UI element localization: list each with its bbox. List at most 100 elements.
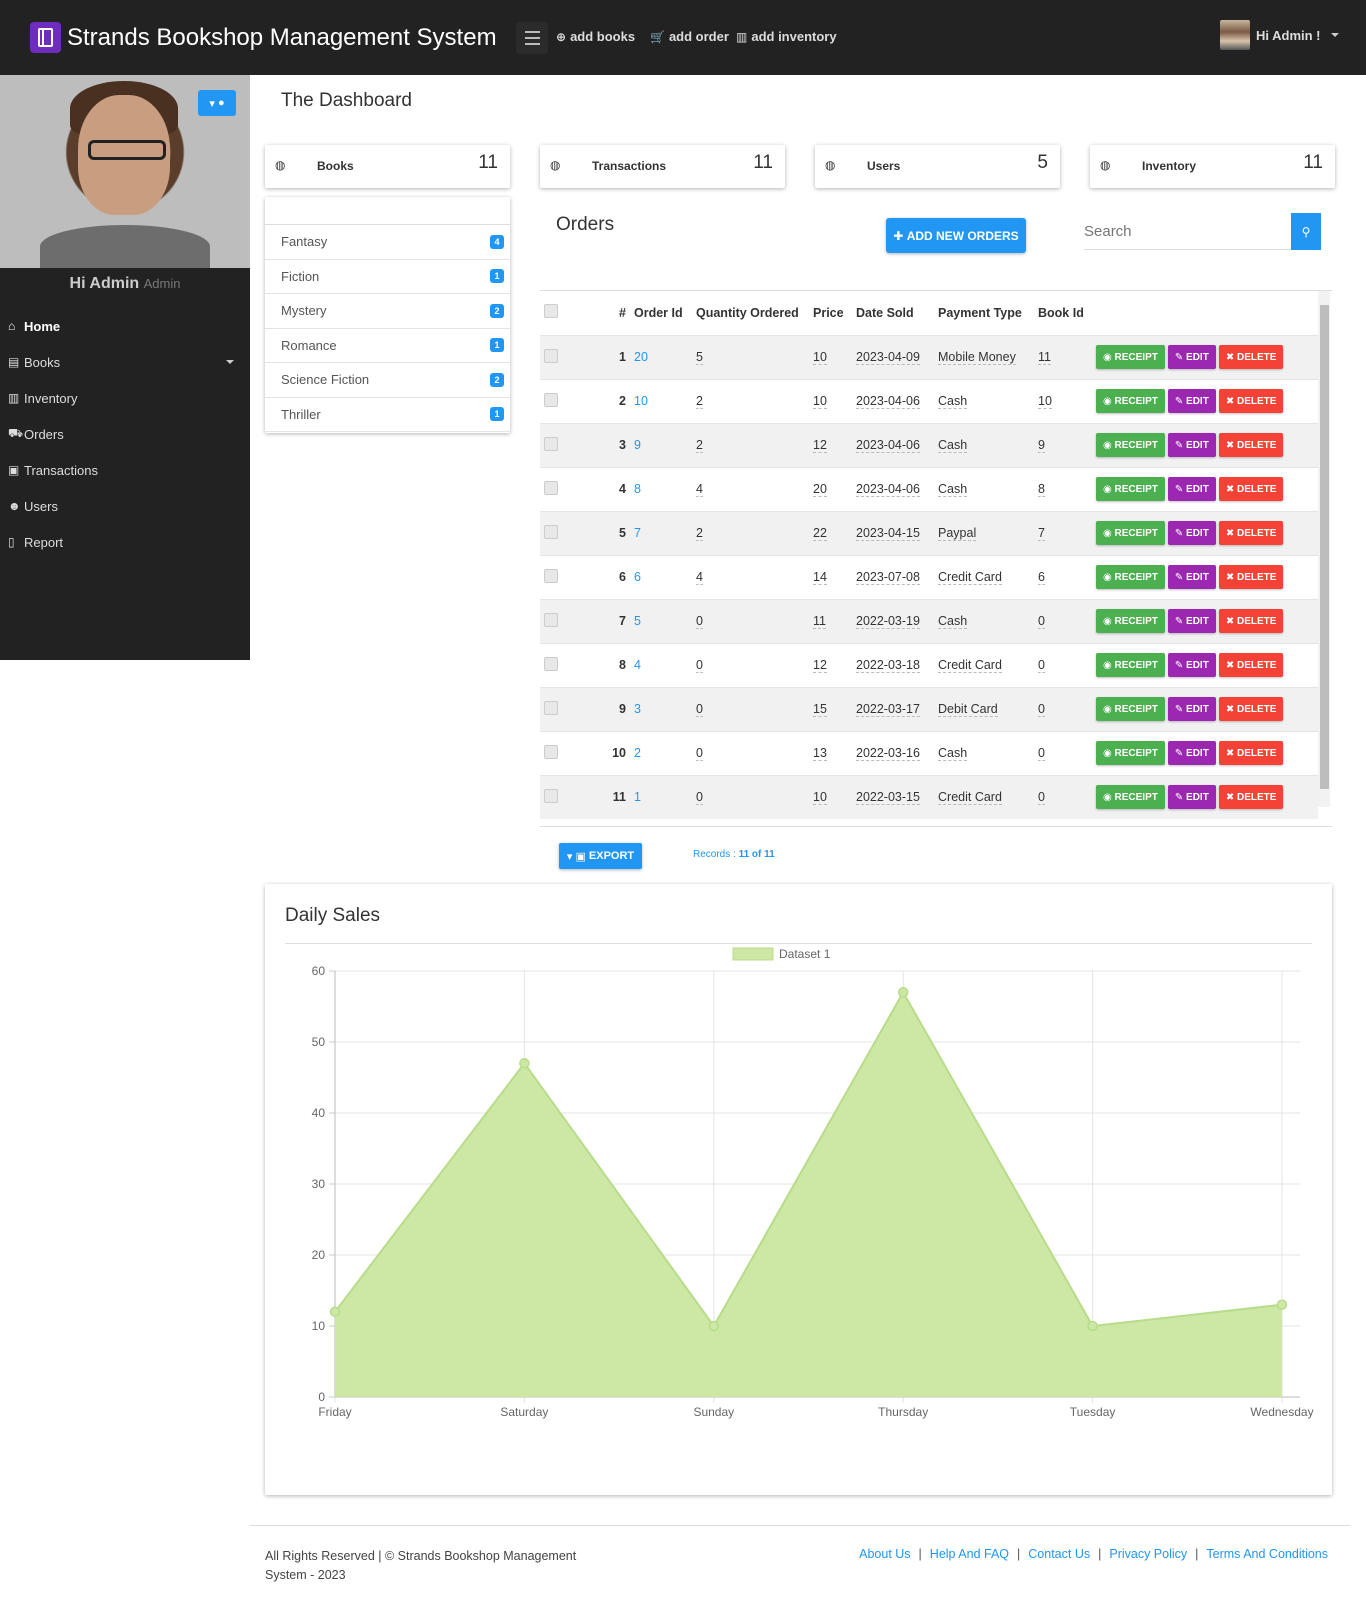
edit-button[interactable]: ✎ EDIT xyxy=(1167,697,1216,721)
payment-value[interactable]: Cash xyxy=(938,394,968,409)
profile-dropdown-button[interactable]: ▾ ● xyxy=(198,90,236,116)
book-id-value[interactable]: 0 xyxy=(1038,658,1045,673)
row-checkbox[interactable] xyxy=(544,392,558,407)
row-checkbox[interactable] xyxy=(544,656,558,671)
add-new-orders-button[interactable]: ✚ ADD NEW ORDERS xyxy=(886,218,1026,253)
table-scrollbar[interactable] xyxy=(1318,291,1330,807)
book-id-value[interactable]: 8 xyxy=(1038,482,1045,497)
order-id-link[interactable]: 9 xyxy=(634,438,641,452)
footer-link-contact[interactable]: Contact Us xyxy=(1028,1547,1090,1561)
order-id-link[interactable]: 5 xyxy=(634,614,641,628)
category-item[interactable]: Fiction 1 xyxy=(265,260,510,294)
category-item[interactable]: Mystery 2 xyxy=(265,294,510,329)
price-value[interactable]: 12 xyxy=(813,438,827,453)
price-value[interactable]: 20 xyxy=(813,482,827,497)
edit-button[interactable]: ✎ EDIT xyxy=(1167,785,1216,810)
price-value[interactable]: 10 xyxy=(813,790,827,806)
delete-button[interactable]: ✖ DELETE xyxy=(1218,521,1284,545)
edit-button[interactable]: ✎ EDIT xyxy=(1167,345,1216,369)
book-id-value[interactable]: 10 xyxy=(1038,394,1052,409)
footer-link-terms[interactable]: Terms And Conditions xyxy=(1206,1547,1328,1561)
category-item[interactable]: Science Fiction 2 xyxy=(265,363,510,398)
price-value[interactable]: 10 xyxy=(813,350,827,365)
search-button[interactable]: ⚲ xyxy=(1291,213,1321,250)
column-header[interactable]: Order Id xyxy=(630,291,692,335)
price-value[interactable]: 12 xyxy=(813,658,827,673)
row-checkbox[interactable] xyxy=(544,480,558,495)
edit-button[interactable]: ✎ EDIT xyxy=(1167,389,1216,413)
price-value[interactable]: 11 xyxy=(813,614,826,629)
date-value[interactable]: 2022-03-19 xyxy=(856,614,920,629)
date-value[interactable]: 2022-03-17 xyxy=(856,702,920,717)
edit-button[interactable]: ✎ EDIT xyxy=(1167,433,1216,457)
quantity-value[interactable]: 0 xyxy=(696,614,703,629)
price-value[interactable]: 14 xyxy=(813,570,827,585)
price-value[interactable]: 10 xyxy=(813,394,827,409)
column-header[interactable]: Book Id xyxy=(1034,291,1092,335)
scrollbar-thumb[interactable] xyxy=(1320,305,1329,789)
delete-button[interactable]: ✖ DELETE xyxy=(1218,609,1284,633)
add-order-link[interactable]: 🛒 add order xyxy=(650,29,729,44)
price-value[interactable]: 15 xyxy=(813,702,827,717)
add-inventory-link[interactable]: ▥ add inventory xyxy=(736,29,837,44)
user-menu[interactable]: Hi Admin ! xyxy=(1220,20,1339,50)
quantity-value[interactable]: 4 xyxy=(696,570,703,585)
row-checkbox[interactable] xyxy=(544,436,558,451)
book-id-value[interactable]: 7 xyxy=(1038,526,1045,541)
row-checkbox[interactable] xyxy=(544,612,558,627)
export-button[interactable]: ▾ ▣ EXPORT xyxy=(559,843,642,869)
footer-link-privacy[interactable]: Privacy Policy xyxy=(1109,1547,1187,1561)
delete-button[interactable]: ✖ DELETE xyxy=(1218,389,1284,413)
quantity-value[interactable]: 0 xyxy=(696,658,703,673)
edit-button[interactable]: ✎ EDIT xyxy=(1167,741,1216,765)
order-id-link[interactable]: 8 xyxy=(634,482,641,496)
stat-card-inventory[interactable]: ◍ Inventory 11 xyxy=(1090,145,1335,188)
delete-button[interactable]: ✖ DELETE xyxy=(1218,565,1284,589)
payment-value[interactable]: Cash xyxy=(938,482,968,497)
date-value[interactable]: 2022-03-18 xyxy=(856,658,920,673)
payment-value[interactable]: Debit Card xyxy=(938,702,998,717)
category-item[interactable]: Romance 1 xyxy=(265,329,510,363)
payment-value[interactable]: Paypal xyxy=(938,526,977,541)
payment-value[interactable]: Credit Card xyxy=(938,658,1002,673)
payment-value[interactable]: Credit Card xyxy=(938,570,1002,585)
edit-button[interactable]: ✎ EDIT xyxy=(1167,521,1216,545)
column-header[interactable]: Date Sold xyxy=(852,291,934,335)
stat-card-books[interactable]: ◍ Books 11 xyxy=(265,145,510,188)
footer-link-about[interactable]: About Us xyxy=(859,1547,910,1561)
receipt-button[interactable]: ◉ RECEIPT xyxy=(1096,697,1165,721)
column-header[interactable]: Price xyxy=(809,291,852,335)
row-checkbox[interactable] xyxy=(544,348,558,363)
receipt-button[interactable]: ◉ RECEIPT xyxy=(1096,477,1165,501)
column-header[interactable]: Payment Type xyxy=(934,291,1034,335)
row-checkbox[interactable] xyxy=(544,524,558,539)
sidebar-item-home[interactable]: ⌂ Home xyxy=(0,308,250,344)
stat-card-transactions[interactable]: ◍ Transactions 11 xyxy=(540,145,785,188)
payment-value[interactable]: Cash xyxy=(938,746,968,761)
delete-button[interactable]: ✖ DELETE xyxy=(1218,741,1284,765)
date-value[interactable]: 2023-04-06 xyxy=(856,482,920,497)
sidebar-item-books[interactable]: ▤ Books xyxy=(0,344,250,380)
book-id-value[interactable]: 0 xyxy=(1038,790,1045,806)
sidebar-item-users[interactable]: ☻ Users xyxy=(0,488,250,524)
payment-value[interactable]: Credit Card xyxy=(938,790,1002,806)
receipt-button[interactable]: ◉ RECEIPT xyxy=(1096,565,1165,589)
quantity-value[interactable]: 2 xyxy=(696,394,703,409)
receipt-button[interactable]: ◉ RECEIPT xyxy=(1096,521,1165,545)
brand[interactable]: Strands Bookshop Management System xyxy=(30,22,497,53)
date-value[interactable]: 2023-04-06 xyxy=(856,394,920,409)
row-checkbox[interactable] xyxy=(544,700,558,715)
quantity-value[interactable]: 5 xyxy=(696,350,703,365)
receipt-button[interactable]: ◉ RECEIPT xyxy=(1096,785,1165,810)
order-id-link[interactable]: 6 xyxy=(634,570,641,584)
date-value[interactable]: 2023-04-06 xyxy=(856,438,920,453)
quantity-value[interactable]: 2 xyxy=(696,526,703,541)
receipt-button[interactable]: ◉ RECEIPT xyxy=(1096,741,1165,765)
quantity-value[interactable]: 0 xyxy=(696,702,703,717)
receipt-button[interactable]: ◉ RECEIPT xyxy=(1096,653,1165,677)
receipt-button[interactable]: ◉ RECEIPT xyxy=(1096,389,1165,413)
order-id-link[interactable]: 1 xyxy=(634,790,641,804)
footer-link-help[interactable]: Help And FAQ xyxy=(930,1547,1009,1561)
category-item[interactable]: Fantasy 4 xyxy=(265,225,510,260)
column-header[interactable]: Quantity Ordered xyxy=(692,291,809,335)
